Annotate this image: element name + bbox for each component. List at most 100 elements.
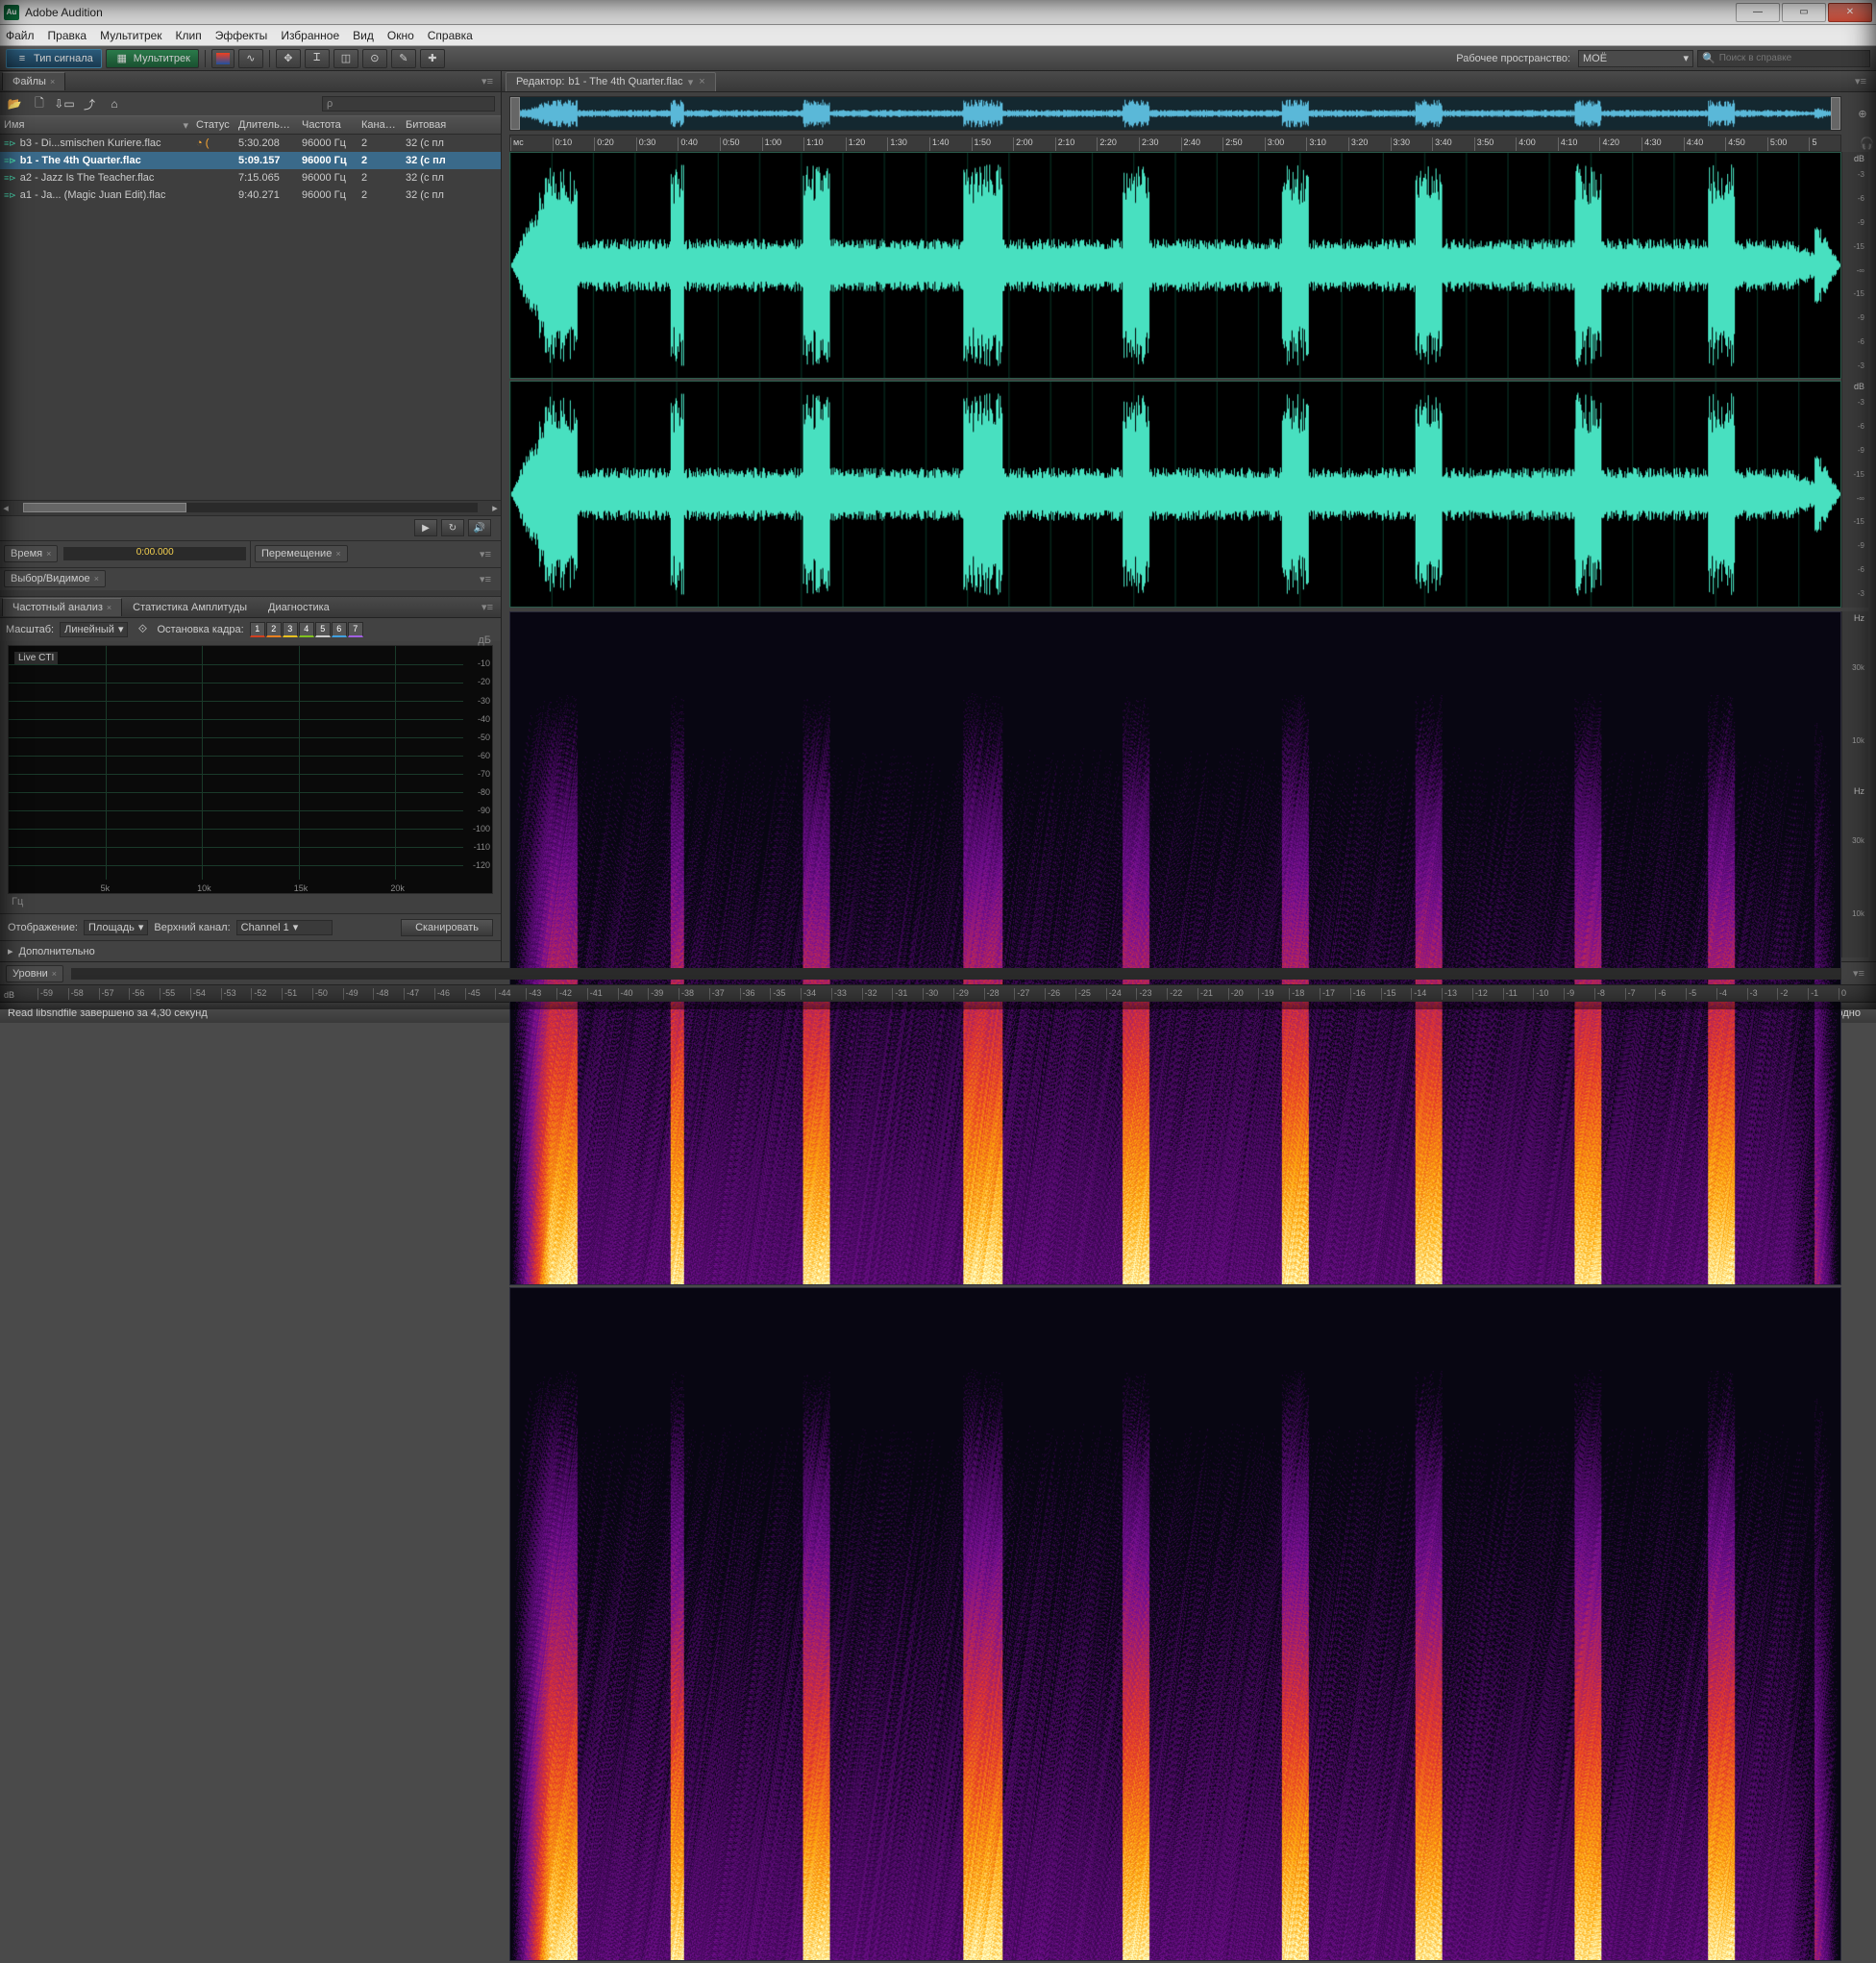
topchan-select[interactable]: Channel 1▾ xyxy=(236,920,333,935)
frame-button-3[interactable]: 3 xyxy=(283,622,298,637)
col-status[interactable]: Статус xyxy=(192,119,234,131)
link-icon[interactable]: ⟐ xyxy=(134,621,151,638)
close-icon[interactable]: × xyxy=(107,603,111,612)
files-search-input[interactable] xyxy=(333,99,490,110)
frame-button-1[interactable]: 1 xyxy=(250,622,265,637)
editor-tab[interactable]: Редактор: b1 - The 4th Quarter.flac ▾ × xyxy=(506,72,716,91)
help-search-input[interactable] xyxy=(1719,53,1865,63)
close-icon[interactable]: × xyxy=(335,549,340,559)
loop-button[interactable]: ↻ xyxy=(441,519,464,536)
menu-help[interactable]: Справка xyxy=(428,29,473,42)
menu-effects[interactable]: Эффекты xyxy=(215,29,268,42)
list-item[interactable]: ≡⊳b1 - The 4th Quarter.flac5:09.15796000… xyxy=(0,152,501,169)
zoom-icon[interactable]: ⊕ xyxy=(1849,108,1876,120)
freq-chart[interactable]: Live CTI -10-20-30-40-50-60-70-80-90-100… xyxy=(8,645,493,895)
menu-edit[interactable]: Правка xyxy=(48,29,87,42)
spectrogram-channel-left[interactable] xyxy=(509,611,1841,1285)
col-channels[interactable]: Каналы xyxy=(358,119,402,131)
help-search[interactable]: 🔍 xyxy=(1697,50,1870,67)
new-file-icon[interactable]: 🗋 xyxy=(31,95,48,112)
headphones-icon[interactable]: 🎧 xyxy=(1860,137,1874,150)
close-icon[interactable]: × xyxy=(46,549,51,559)
tab-freq-label: Частотный анализ xyxy=(12,602,103,613)
frame-button-4[interactable]: 4 xyxy=(299,622,314,637)
marquee-tool[interactable]: ◫ xyxy=(333,49,358,68)
panel-menu-icon[interactable]: ▾≡ xyxy=(1849,75,1872,87)
waveform-channel-right[interactable] xyxy=(509,381,1841,608)
timeline-ruler[interactable]: мс0:100:200:300:400:501:001:101:201:301:… xyxy=(509,135,1841,152)
tab-levels[interactable]: Уровни× xyxy=(6,965,63,982)
maximize-button[interactable]: ▭ xyxy=(1782,3,1826,22)
multitrack-mode-button[interactable]: ▦Мультитрек xyxy=(106,49,199,68)
menu-favorites[interactable]: Избранное xyxy=(281,29,339,42)
frame-button-2[interactable]: 2 xyxy=(266,622,282,637)
hscroll-track[interactable] xyxy=(23,503,478,512)
tab-amp-stats[interactable]: Статистика Амплитуды xyxy=(122,598,258,616)
chevron-down-icon[interactable]: ▾ xyxy=(686,76,694,88)
close-icon[interactable]: × xyxy=(698,76,705,87)
tab-freq-analysis[interactable]: Частотный анализ × xyxy=(2,598,122,616)
scale-select[interactable]: Линейный▾ xyxy=(60,622,128,637)
chevron-right-icon: ▸ xyxy=(8,945,13,957)
frame-button-7[interactable]: 7 xyxy=(348,622,363,637)
workspace-select[interactable]: МОЁ▾ xyxy=(1578,50,1693,67)
panel-menu-icon[interactable]: ▾≡ xyxy=(1847,967,1870,980)
tab-move[interactable]: Перемещение× xyxy=(255,545,348,562)
hscroll-left-icon[interactable]: ◂ xyxy=(0,502,12,514)
play-button[interactable]: ▶ xyxy=(414,519,437,536)
list-item[interactable]: ≡⊳a1 - Ja... (Magic Juan Edit).flac9:40.… xyxy=(0,186,501,204)
waveform-mode-button[interactable]: ≡Тип сигнала xyxy=(6,49,102,68)
frame-button-6[interactable]: 6 xyxy=(332,622,347,637)
panel-menu-icon[interactable]: ▾≡ xyxy=(476,601,499,613)
display-select[interactable]: Площадь▾ xyxy=(84,920,148,935)
menu-file[interactable]: Файл xyxy=(6,29,35,42)
tab-diagnostics[interactable]: Диагностика xyxy=(258,598,340,616)
tab-selvis[interactable]: Выбор/Видимое× xyxy=(4,570,106,587)
close-button[interactable]: ✕ xyxy=(1828,3,1872,22)
panel-menu-icon[interactable]: ▾≡ xyxy=(474,548,497,560)
autoplay-button[interactable]: 🔊 xyxy=(468,519,491,536)
close-icon[interactable]: × xyxy=(94,574,99,584)
tab-time[interactable]: Время× xyxy=(4,545,58,562)
heal-tool[interactable]: ✚ xyxy=(420,49,445,68)
scan-button[interactable]: Сканировать xyxy=(401,919,493,936)
spectral-freq-toggle[interactable]: ∿ xyxy=(238,49,263,68)
col-bit[interactable]: Битовая xyxy=(402,119,456,131)
hscroll-right-icon[interactable]: ▸ xyxy=(489,502,501,514)
insert-icon[interactable]: ⤴ xyxy=(81,95,98,112)
move-tool[interactable]: ✥ xyxy=(276,49,301,68)
list-item[interactable]: ≡⊳b3 - Di...smischen Kuriere.flac◔ (5:30… xyxy=(0,135,501,152)
hscroll-thumb[interactable] xyxy=(23,503,186,512)
overview-handle-left[interactable] xyxy=(510,97,520,130)
col-name[interactable]: Имя ▾ xyxy=(0,119,192,132)
menu-clip[interactable]: Клип xyxy=(176,29,202,42)
frame-button-5[interactable]: 5 xyxy=(315,622,331,637)
menu-window[interactable]: Окно xyxy=(387,29,414,42)
panel-menu-icon[interactable]: ▾≡ xyxy=(476,75,499,87)
lasso-tool[interactable]: ⊙ xyxy=(362,49,387,68)
files-hscroll[interactable]: ◂ ▸ xyxy=(0,500,501,515)
brush-tool[interactable]: ✎ xyxy=(391,49,416,68)
waveform-channel-left[interactable] xyxy=(509,152,1841,379)
overview-handle-right[interactable] xyxy=(1831,97,1840,130)
menu-view[interactable]: Вид xyxy=(353,29,374,42)
files-search[interactable]: ρ xyxy=(322,96,495,112)
spectrogram-channel-right[interactable] xyxy=(509,1287,1841,1961)
panel-menu-icon[interactable]: ▾≡ xyxy=(474,573,497,585)
close-icon[interactable]: × xyxy=(50,77,55,87)
col-freq[interactable]: Частота xyxy=(298,119,358,131)
list-item[interactable]: ≡⊳a2 - Jazz Is The Teacher.flac7:15.0659… xyxy=(0,169,501,186)
multitrack-icon: ▦ xyxy=(114,51,130,66)
tab-files[interactable]: Файлы× xyxy=(2,72,65,90)
col-duration[interactable]: Длительность xyxy=(234,119,298,131)
close-file-icon[interactable]: ⌂ xyxy=(106,95,123,112)
close-icon[interactable]: × xyxy=(52,969,57,979)
time-select-tool[interactable]: Ꮖ xyxy=(305,49,330,68)
import-icon[interactable]: ⇩▭ xyxy=(56,95,73,112)
menu-multitrack[interactable]: Мультитрек xyxy=(100,29,161,42)
open-file-icon[interactable]: 📂 xyxy=(6,95,23,112)
spectral-pitch-toggle[interactable] xyxy=(211,49,234,68)
minimize-button[interactable]: — xyxy=(1736,3,1780,22)
advanced-toggle[interactable]: ▸ Дополнительно xyxy=(0,940,501,961)
overview-waveform[interactable] xyxy=(509,96,1841,131)
